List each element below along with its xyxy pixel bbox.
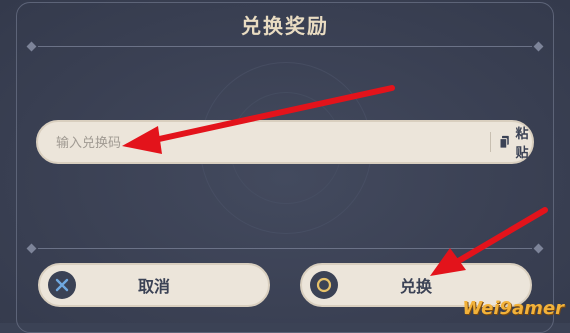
paste-button[interactable]: 粘贴 (500, 127, 533, 161)
cancel-button-label: 取消 (137, 277, 170, 296)
bottom-divider (38, 248, 532, 249)
input-separator (490, 132, 491, 152)
dialog-title: 兑换奖励 (241, 14, 329, 38)
cancel-button[interactable]: 取消 (38, 263, 270, 307)
code-input-container: 粘贴 (36, 120, 534, 164)
cross-circle-icon (48, 271, 76, 299)
clipboard-icon (500, 135, 509, 149)
redeem-button-label: 兑换 (399, 277, 432, 296)
redeem-code-input[interactable] (54, 122, 458, 164)
ring-circle-icon (310, 271, 338, 299)
top-divider (38, 46, 532, 47)
redeem-dialog: 兑换奖励 粘贴 取消 兑换 (0, 0, 570, 333)
watermark-logo: Wei9amer (462, 298, 564, 319)
paste-button-label: 粘贴 (515, 127, 529, 161)
